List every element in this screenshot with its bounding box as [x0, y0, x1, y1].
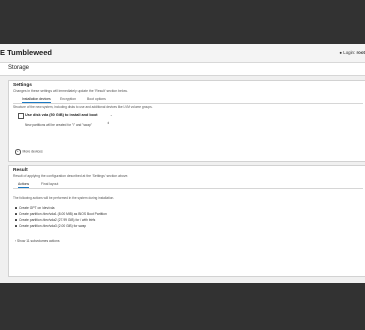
result-subtitle: Result of applying the configuration des… — [13, 174, 129, 178]
boot-disk-checkbox[interactable] — [18, 113, 24, 119]
action-text: Create partition /dev/vda2 (27.99 GiB) f… — [19, 218, 96, 222]
plus-icon: + — [15, 149, 21, 155]
tab-final-layout[interactable]: Final layout — [41, 182, 58, 186]
tab-boot-options[interactable]: Boot options — [87, 97, 106, 101]
chevron-right-icon: › — [15, 239, 17, 243]
settings-title: Settings — [13, 83, 32, 88]
boot-disk-label[interactable]: Use disk vda (50 GiB) to install and boo… — [25, 113, 98, 117]
login-account[interactable]: root — [356, 50, 365, 55]
boot-disk-help: New partitions will be created for "/" a… — [25, 123, 92, 127]
result-intro: The following actions will be performed … — [13, 196, 115, 200]
info-toggle-icon[interactable]: ⇕ — [107, 121, 110, 125]
chevron-down-icon[interactable]: ⌄ — [110, 113, 113, 117]
action-text: Create GPT on /dev/vda — [19, 206, 55, 210]
result-section: Result Result of applying the configurat… — [8, 165, 365, 277]
settings-tabs: Installation devices Encryption Boot opt… — [13, 96, 363, 104]
login-label: Login: — [343, 50, 356, 55]
more-devices-label: More devices — [22, 149, 43, 154]
action-text: Create partition /dev/vda3 (2.00 GiB) fo… — [19, 224, 87, 228]
tab-actions[interactable]: Actions — [18, 182, 30, 188]
settings-section: Settings Changes in these settings will … — [8, 80, 365, 162]
actions-list: Create GPT on /dev/vda Create partition … — [15, 206, 107, 230]
show-subvolumes-toggle[interactable]: › Show 11 subvolumes actions — [15, 239, 60, 243]
subvolumes-label: Show 11 subvolumes actions — [17, 239, 60, 243]
more-devices-button[interactable]: + More devices — [15, 149, 43, 155]
settings-subtitle: Changes in these settings will immediate… — [13, 89, 128, 93]
tab-encryption[interactable]: Encryption — [60, 97, 76, 101]
action-text: Create partition /dev/vda1 (8.00 MiB) as… — [19, 212, 107, 216]
app-title: E Tumbleweed — [0, 48, 52, 57]
person-icon: ● — [339, 50, 343, 55]
top-bar: E Tumbleweed ● Login: root — [0, 44, 365, 63]
login-info: ● Login: root — [339, 50, 365, 55]
page-header: Storage — [0, 63, 365, 76]
main-content: Storage Settings Changes in these settin… — [0, 63, 365, 283]
page-title: Storage — [8, 65, 30, 71]
settings-tab-description: Structure of the new system, including d… — [13, 105, 153, 109]
tab-installation-devices[interactable]: Installation devices — [22, 97, 51, 103]
dark-backdrop — [0, 283, 365, 330]
list-item: Create partition /dev/vda3 (2.00 GiB) fo… — [15, 224, 107, 230]
result-title: Result — [13, 168, 28, 173]
result-tabs: Actions Final layout — [13, 181, 363, 189]
